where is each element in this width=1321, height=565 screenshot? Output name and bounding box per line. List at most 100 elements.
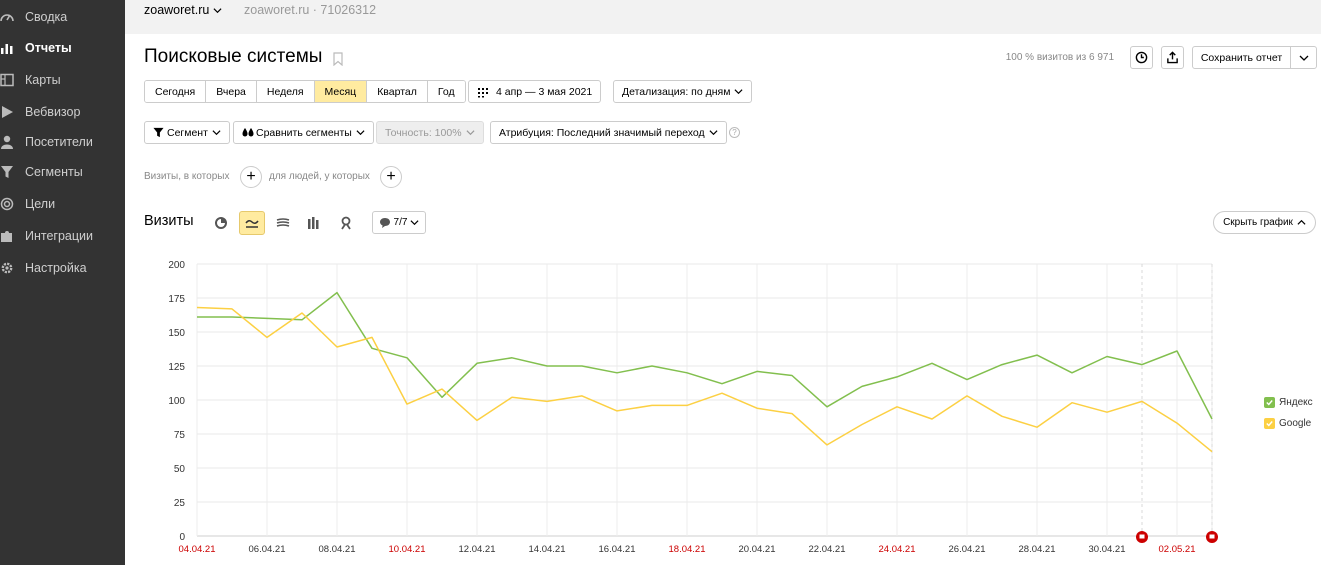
annotation-marker-glyph: [1209, 534, 1215, 539]
compare-label: Сравнить сегменты: [256, 126, 352, 139]
sidebar-item-label: Сегменты: [25, 165, 83, 179]
y-tick-label: 150: [168, 328, 185, 339]
sidebar-item-summary[interactable]: Сводка: [0, 5, 125, 29]
legend-label: Google: [1279, 418, 1312, 429]
sidebar-item-goals[interactable]: Цели: [0, 192, 125, 216]
line-chart-icon: [245, 219, 259, 228]
hide-chart-button[interactable]: Скрыть график: [1213, 211, 1316, 234]
chart-title: Визиты: [144, 213, 194, 229]
compare-segments-button[interactable]: Сравнить сегменты: [233, 121, 374, 144]
y-tick-label: 125: [168, 362, 185, 373]
sidebar-item-label: Посетители: [25, 135, 93, 149]
puzzle-icon: [0, 229, 14, 243]
history-button[interactable]: [1130, 46, 1153, 69]
chevron-down-icon: [213, 7, 222, 13]
chevron-down-icon: [734, 89, 743, 95]
period-week[interactable]: Неделя: [256, 81, 315, 102]
play-icon: [0, 105, 14, 119]
period-year[interactable]: Год: [427, 81, 465, 102]
accuracy-label: Точность: 100%: [385, 126, 462, 139]
sidebar-item-label: Карты: [25, 73, 61, 87]
x-tick-label: 30.04.21: [1089, 544, 1126, 555]
y-tick-label: 0: [179, 532, 185, 543]
x-tick-label: 22.04.21: [809, 544, 846, 555]
add-people-condition-button[interactable]: +: [380, 166, 402, 188]
compare-drops-icon: [242, 128, 254, 137]
sidebar-item-webvisor[interactable]: Вебвизор: [0, 100, 125, 124]
sidebar-item-maps[interactable]: Карты: [0, 68, 125, 92]
visits-line-chart: 0 25 50 75 100 125 150 175 200 04.04.21 06.04.21 08…: [168, 260, 1218, 555]
legend-item-yandex[interactable]: Яндекс: [1264, 392, 1313, 413]
sidebar-item-settings[interactable]: Настройка: [0, 256, 125, 280]
y-tick-label: 25: [174, 498, 186, 509]
date-range-picker[interactable]: 4 апр — 3 мая 2021: [468, 80, 602, 103]
checkbox-checked-icon: [1264, 418, 1275, 429]
upload-icon: [1167, 51, 1178, 64]
gauge-icon: [0, 10, 14, 24]
sidebar-item-segments[interactable]: Сегменты: [0, 160, 125, 184]
gear-icon: [0, 261, 14, 275]
period-today[interactable]: Сегодня: [145, 81, 207, 102]
x-tick-label: 12.04.21: [459, 544, 496, 555]
attribution-label: Атрибуция: Последний значимый переход: [499, 126, 705, 139]
annotations-button[interactable]: 7/7: [372, 211, 426, 234]
sidebar-item-visitors[interactable]: Посетители: [0, 130, 125, 154]
page-title: Поисковые системы: [144, 46, 323, 67]
add-visit-condition-button[interactable]: +: [240, 166, 262, 188]
y-tick-label: 75: [174, 430, 186, 441]
sidebar-item-label: Интеграции: [25, 229, 94, 243]
chevron-down-icon: [709, 130, 718, 136]
x-tick-label: 18.04.21: [669, 544, 706, 555]
pie-chart-icon: [215, 217, 227, 229]
area-chart-icon: [276, 218, 290, 227]
user-icon: [0, 135, 14, 149]
attribution-select[interactable]: Атрибуция: Последний значимый переход: [490, 121, 727, 144]
pie-view-button[interactable]: [208, 211, 234, 235]
save-report-label: Сохранить отчет: [1200, 51, 1283, 64]
detail-label: Детализация: по дням: [622, 85, 731, 98]
visit-share-label: 100 % визитов из 6 971: [1005, 52, 1114, 63]
period-yesterday[interactable]: Вчера: [206, 81, 257, 102]
help-icon[interactable]: ?: [729, 127, 740, 138]
accuracy-select[interactable]: Точность: 100%: [376, 121, 484, 144]
map-pin-icon: [341, 216, 351, 230]
segment-button[interactable]: Сегмент: [144, 121, 230, 144]
period-selector: Сегодня Вчера Неделя Месяц Квартал Год: [144, 80, 466, 103]
sidebar-item-reports[interactable]: Отчеты: [0, 36, 125, 60]
people-condition-label: для людей, у которых: [269, 171, 370, 182]
chevron-down-icon: [410, 220, 419, 226]
y-tick-label: 175: [168, 294, 185, 305]
sidebar-item-label: Сводка: [25, 10, 68, 24]
sidebar-item-label: Отчеты: [25, 41, 72, 55]
chevron-down-icon: [212, 130, 221, 136]
export-button[interactable]: [1161, 46, 1184, 69]
line-view-button[interactable]: [239, 211, 265, 235]
x-tick-label: 16.04.21: [599, 544, 636, 555]
area-view-button[interactable]: [270, 211, 296, 235]
y-tick-label: 50: [174, 464, 186, 475]
x-tick-label: 20.04.21: [739, 544, 776, 555]
period-month[interactable]: Месяц: [314, 81, 368, 102]
y-tick-label: 200: [168, 260, 185, 271]
plus-icon: +: [386, 168, 396, 185]
y-tick-label: 100: [168, 396, 185, 407]
chevron-up-icon: [1297, 219, 1306, 225]
site-name: zoaworet.ru: [144, 3, 210, 17]
x-tick-label: 26.04.21: [949, 544, 986, 555]
chevron-down-icon: [356, 130, 365, 136]
bar-view-button[interactable]: [301, 211, 327, 235]
column-chart-icon: [308, 217, 319, 229]
bookmark-icon[interactable]: [333, 52, 343, 66]
save-report-dropdown[interactable]: [1290, 47, 1316, 68]
save-report-button[interactable]: Сохранить отчет: [1192, 46, 1317, 69]
map-view-button[interactable]: [333, 211, 359, 235]
calendar-icon: [478, 87, 488, 97]
site-selector[interactable]: zoaworet.ru: [144, 3, 222, 17]
detail-select[interactable]: Детализация: по дням: [613, 80, 753, 103]
map-icon: [0, 73, 14, 87]
x-tick-label: 14.04.21: [529, 544, 566, 555]
top-bar: zoaworet.ru zoaworet.ru · 71026312: [125, 0, 1321, 34]
sidebar-item-integrations[interactable]: Интеграции: [0, 224, 125, 248]
period-quarter[interactable]: Квартал: [367, 81, 428, 102]
legend-item-google[interactable]: Google: [1264, 413, 1313, 434]
